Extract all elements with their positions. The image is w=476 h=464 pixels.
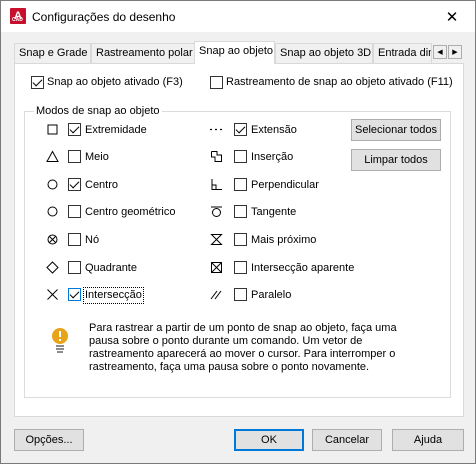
tab-scroll-right-icon[interactable]: ▶: [448, 45, 462, 59]
apparent-intersection-checkbox[interactable]: [234, 261, 247, 274]
options-button[interactable]: Opções...: [14, 429, 84, 451]
help-button[interactable]: Ajuda: [392, 429, 464, 451]
intersection-x-icon: [47, 289, 58, 300]
extension-checkbox[interactable]: [234, 123, 247, 136]
node-label[interactable]: Nó: [85, 234, 99, 247]
tracking-on-checkbox[interactable]: [210, 76, 223, 89]
tangent-label[interactable]: Tangente: [251, 206, 296, 219]
intersection-checkbox[interactable]: [68, 288, 81, 301]
endpoint-square-icon: [47, 124, 58, 135]
perpendicular-icon: [211, 179, 222, 190]
tangent-checkbox[interactable]: [234, 205, 247, 218]
perpendicular-checkbox[interactable]: [234, 178, 247, 191]
autocad-app-icon: A CAD: [10, 8, 26, 24]
drawing-settings-dialog: A CAD Configurações do desenho ✕ Snap e …: [0, 0, 476, 464]
endpoint-checkbox[interactable]: [68, 123, 81, 136]
app-icon-caption: CAD: [12, 17, 23, 23]
nearest-hourglass-icon: [210, 234, 223, 245]
ok-button[interactable]: OK: [234, 429, 304, 451]
insertion-icon: [211, 151, 222, 162]
node-checkbox[interactable]: [68, 233, 81, 246]
tab-snap-grid[interactable]: Snap e Grade: [14, 43, 91, 63]
window-title: Configurações do desenho: [32, 10, 176, 24]
midpoint-checkbox[interactable]: [68, 150, 81, 163]
apparent-intersection-label[interactable]: Intersecção aparente: [251, 262, 354, 275]
close-icon[interactable]: ✕: [429, 1, 475, 32]
intersection-label[interactable]: Intersecção: [83, 287, 144, 304]
parallel-label[interactable]: Paralelo: [251, 289, 291, 302]
tab-strip: Snap e Grade Rastreamento polar Snap ao …: [14, 41, 464, 64]
parallel-checkbox[interactable]: [234, 288, 247, 301]
geometric-center-icon: [47, 206, 58, 217]
tracking-on-label[interactable]: Rastreamento de snap ao objeto ativado (…: [226, 76, 453, 89]
perpendicular-label[interactable]: Perpendicular: [251, 179, 319, 192]
geometric-center-checkbox[interactable]: [68, 205, 81, 218]
center-circle-icon: [47, 179, 58, 190]
cancel-button[interactable]: Cancelar: [312, 429, 382, 451]
geometric-center-label[interactable]: Centro geométrico: [85, 206, 176, 219]
object-snap-panel: Snap ao objeto ativado (F3) Rastreamento…: [14, 63, 464, 417]
center-checkbox[interactable]: [68, 178, 81, 191]
insertion-checkbox[interactable]: [234, 150, 247, 163]
apparent-intersection-icon: [211, 262, 222, 273]
quadrant-label[interactable]: Quadrante: [85, 262, 137, 275]
tangent-icon: [211, 206, 222, 217]
select-all-button[interactable]: Selecionar todos: [351, 119, 441, 141]
quadrant-diamond-icon: [46, 261, 59, 274]
quadrant-checkbox[interactable]: [68, 261, 81, 274]
snap-on-label[interactable]: Snap ao objeto ativado (F3): [47, 76, 183, 89]
lightbulb-icon: [52, 328, 68, 353]
insertion-label[interactable]: Inserção: [251, 151, 293, 164]
tab-dynamic-input[interactable]: Entrada din: [373, 43, 432, 63]
tab-object-snap[interactable]: Snap ao objeto: [194, 41, 275, 64]
center-label[interactable]: Centro: [85, 179, 118, 192]
nearest-checkbox[interactable]: [234, 233, 247, 246]
tab-3d-object-snap[interactable]: Snap ao objeto 3D: [275, 43, 373, 63]
parallel-icon: [210, 290, 222, 300]
endpoint-label[interactable]: Extremidade: [85, 124, 147, 137]
snap-on-checkbox[interactable]: [31, 76, 44, 89]
tracking-hint-text: Para rastrear a partir de um ponto de sn…: [89, 322, 397, 373]
extension-icon: [210, 128, 222, 131]
clear-all-button[interactable]: Limpar todos: [351, 149, 441, 171]
nearest-label[interactable]: Mais próximo: [251, 234, 316, 247]
extension-label[interactable]: Extensão: [251, 124, 297, 137]
node-icon: [47, 234, 58, 245]
title-bar: A CAD Configurações do desenho ✕: [1, 1, 475, 32]
snap-modes-group-title: Modos de snap ao objeto: [34, 105, 162, 117]
tab-polar-tracking[interactable]: Rastreamento polar: [91, 43, 195, 63]
tab-scroll-left-icon[interactable]: ◀: [433, 45, 447, 59]
midpoint-label[interactable]: Meio: [85, 151, 109, 164]
midpoint-triangle-icon: [46, 150, 59, 162]
